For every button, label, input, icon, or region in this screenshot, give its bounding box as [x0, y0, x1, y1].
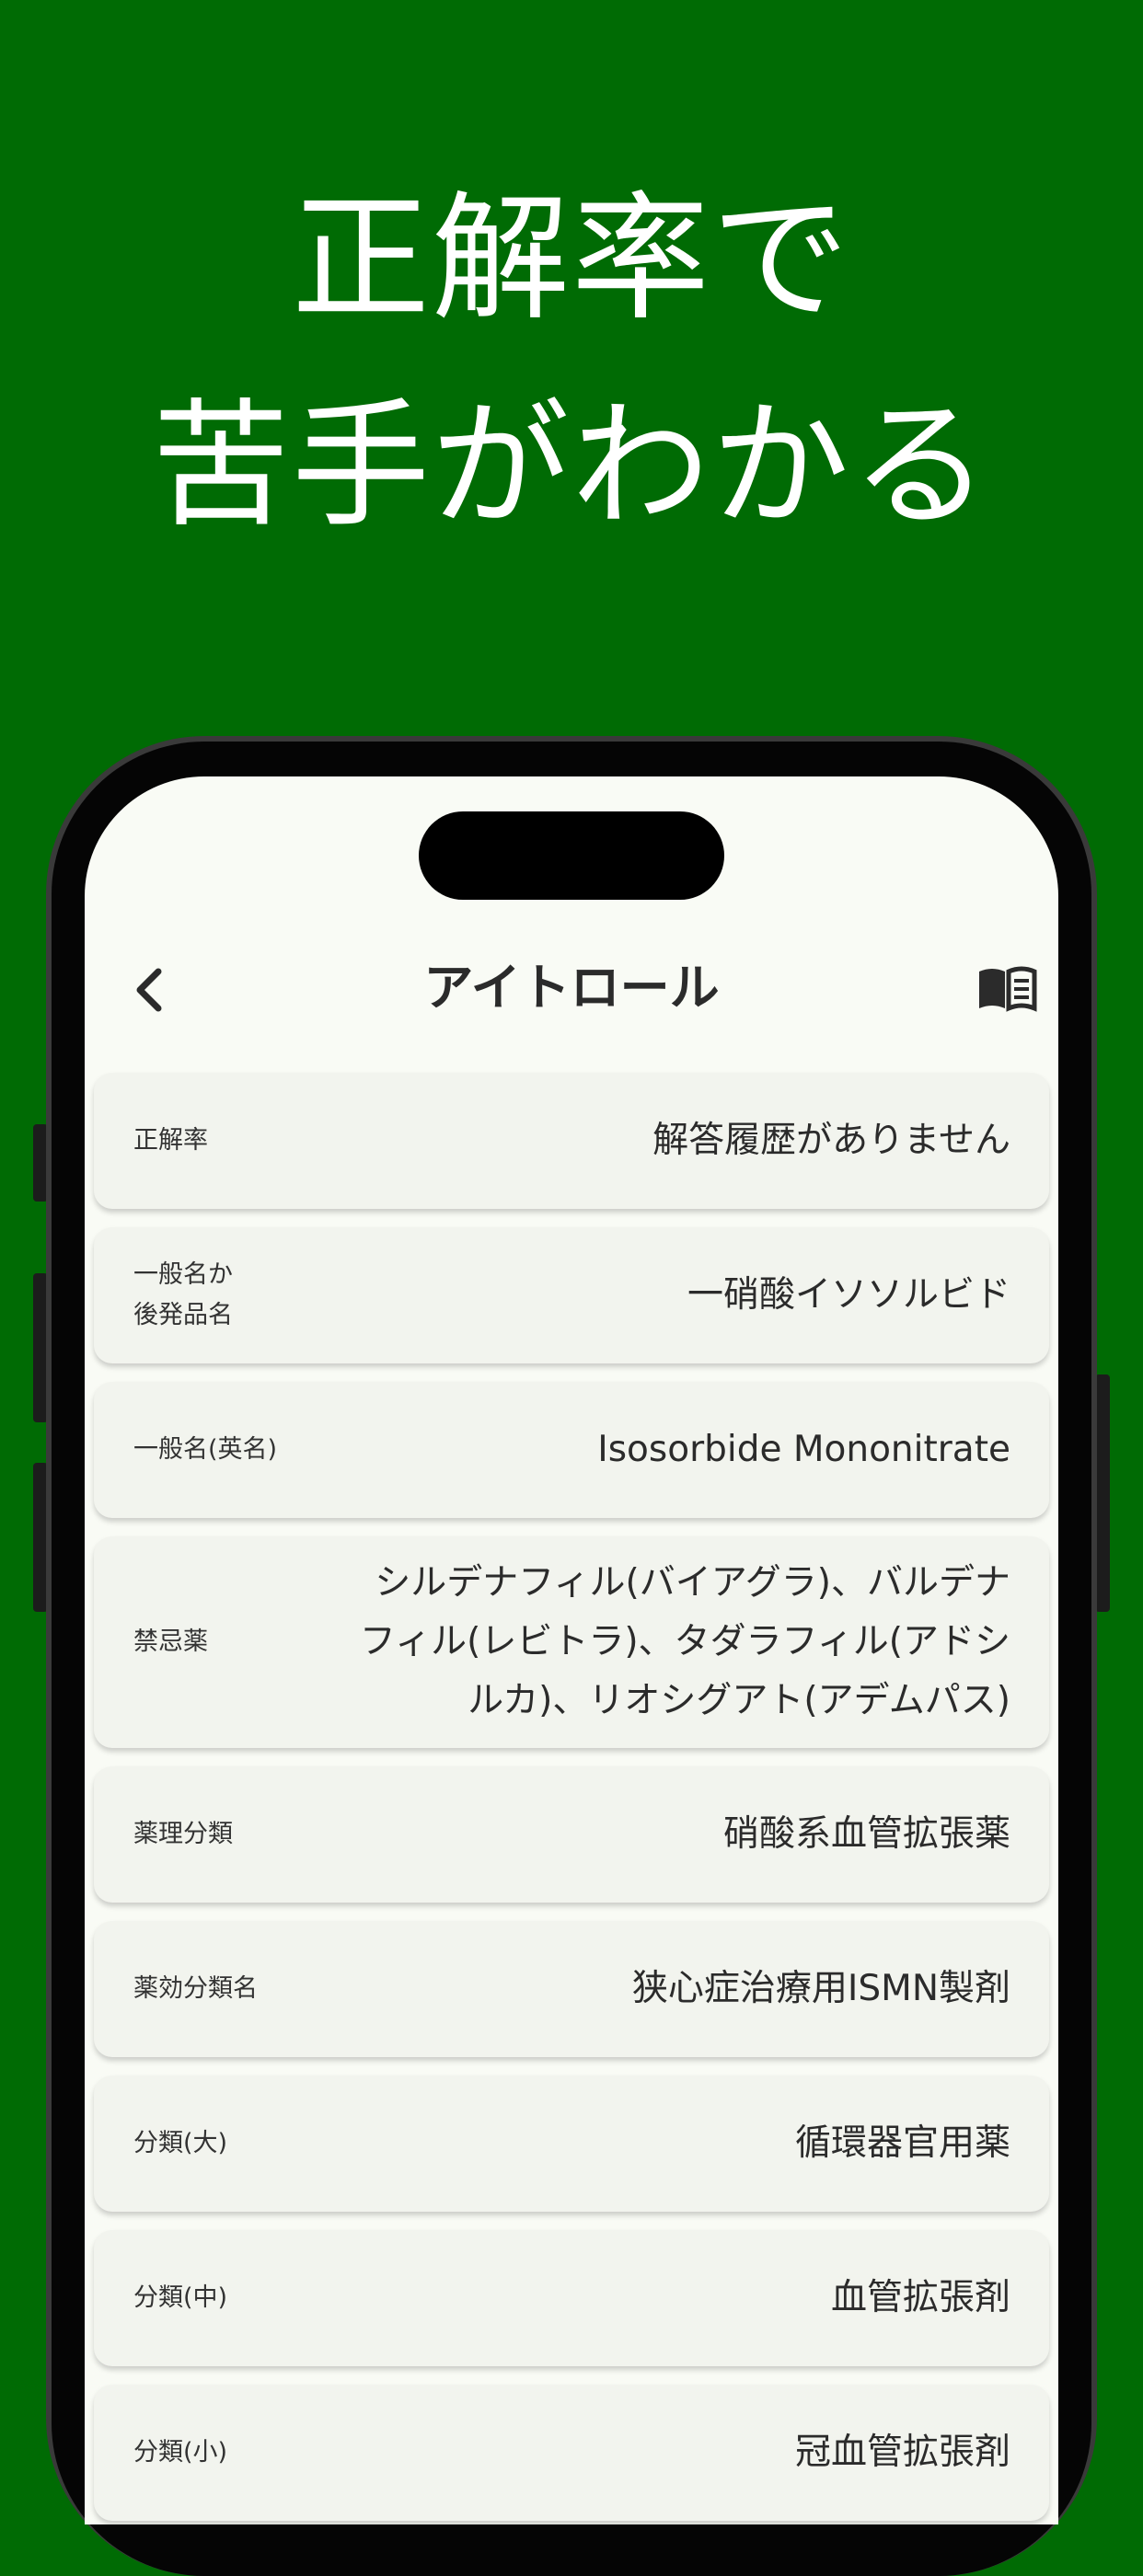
- row-label: 薬効分類名: [133, 1974, 258, 2003]
- row-label: 分類(大): [133, 2129, 228, 2157]
- row-value: シルデナフィル(バイアグラ)、バルデナ フィル(レビトラ)、タダラフィル(アドシ…: [359, 1562, 1010, 1721]
- row-label: 一般名(英名): [133, 1435, 278, 1464]
- phone-power-button: [1095, 1374, 1110, 1612]
- row-label: 分類(中): [133, 2283, 228, 2312]
- promo-line-1: 正解率で: [291, 179, 851, 339]
- dynamic-island: [419, 811, 724, 900]
- row-label: 一般名か 後発品名: [133, 1260, 233, 1329]
- promo-headline: 正解率で 苦手がわかる: [0, 156, 1143, 570]
- info-row-efficacy-class: 薬効分類名 狭心症治療用ISMN製剤: [94, 1921, 1049, 2057]
- page-title: アイトロール: [423, 959, 720, 1017]
- row-label: 薬理分類: [133, 1820, 233, 1848]
- book-button[interactable]: [976, 960, 1038, 1016]
- drug-info-list: 正解率 解答履歴がありません 一般名か 後発品名 一硝酸イソソルビド 一般名(英…: [94, 1073, 1049, 2524]
- phone-screen: アイトロール 正解率 解答履歴がありません 一般名か 後発品名 一硝酸イソソルビ…: [85, 776, 1058, 2524]
- row-value: 一硝酸イソソルビド: [687, 1274, 1010, 1316]
- row-value: 血管拡張剤: [830, 2277, 1010, 2318]
- row-label: 分類(小): [133, 2438, 228, 2467]
- info-row-generic-name: 一般名か 後発品名 一硝酸イソソルビド: [94, 1227, 1049, 1363]
- info-row-contraindicated-drugs: 禁忌薬 シルデナフィル(バイアグラ)、バルデナ フィル(レビトラ)、タダラフィル…: [94, 1536, 1049, 1748]
- row-value: 狭心症治療用ISMN製剤: [631, 1968, 1010, 2009]
- row-value: 循環器官用薬: [794, 2122, 1010, 2164]
- row-value: 硝酸系血管拡張薬: [722, 1813, 1010, 1855]
- row-label: 正解率: [133, 1126, 208, 1155]
- row-value: 冠血管拡張剤: [794, 2432, 1010, 2473]
- row-value: Isosorbide Mononitrate: [597, 1429, 1010, 1470]
- info-row-class-large: 分類(大) 循環器官用薬: [94, 2076, 1049, 2212]
- book-open-icon: [979, 966, 1037, 1012]
- info-row-pharmacological-class: 薬理分類 硝酸系血管拡張薬: [94, 1766, 1049, 1903]
- info-row-english-name: 一般名(英名) Isosorbide Mononitrate: [94, 1382, 1049, 1518]
- info-row-class-medium: 分類(中) 血管拡張剤: [94, 2230, 1049, 2366]
- row-label: 禁忌薬: [133, 1627, 208, 1656]
- navigation-bar: アイトロール: [85, 942, 1058, 1034]
- info-row-class-small: 分類(小) 冠血管拡張剤: [94, 2385, 1049, 2521]
- promo-line-2: 苦手がわかる: [151, 386, 991, 546]
- info-row-accuracy: 正解率 解答履歴がありません: [94, 1073, 1049, 1209]
- row-value: 解答履歴がありません: [652, 1120, 1010, 1161]
